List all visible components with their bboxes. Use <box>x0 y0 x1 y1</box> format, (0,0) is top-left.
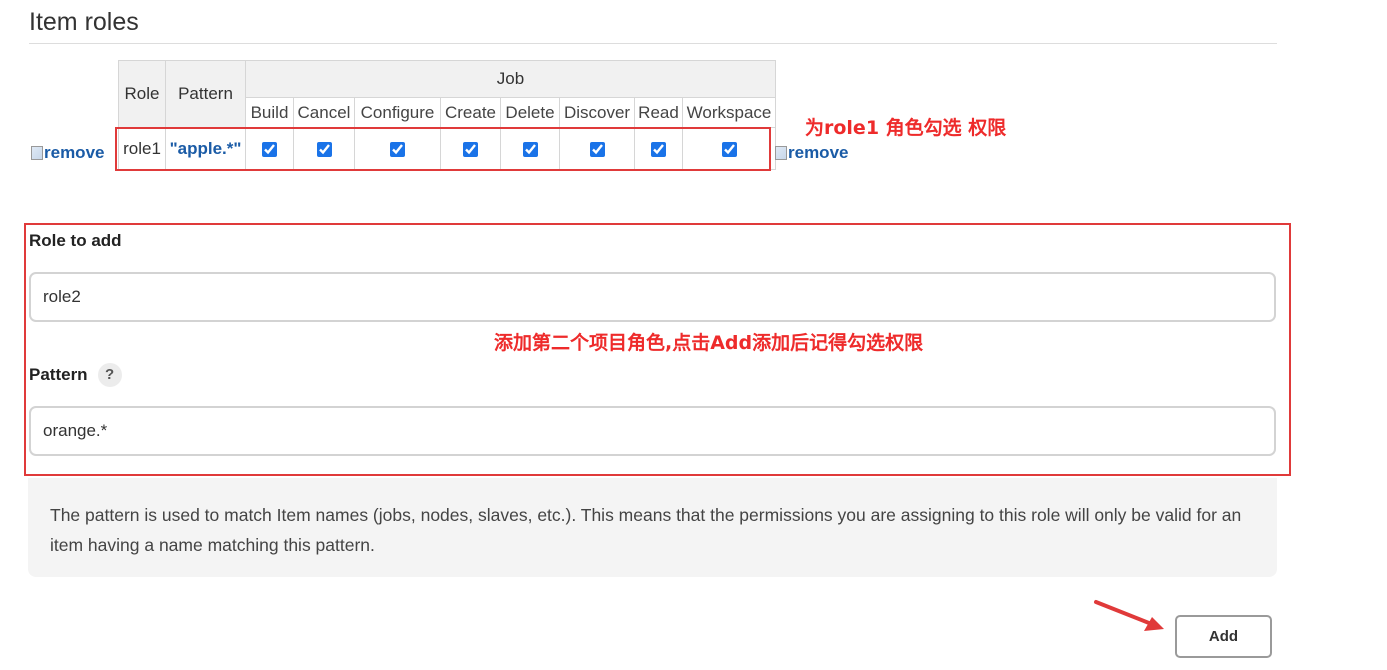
annotation-row-highlight <box>115 127 771 171</box>
remove-row-link-left[interactable]: remove <box>31 143 104 163</box>
column-header-cancel: Cancel <box>293 97 355 128</box>
help-icon[interactable]: ? <box>97 363 122 387</box>
role-name-input[interactable] <box>29 272 1276 322</box>
pattern-label-row: Pattern ? <box>29 363 122 387</box>
broken-image-icon <box>31 146 43 160</box>
section-title: Item roles <box>29 8 139 36</box>
remove-row-link-right[interactable]: remove <box>775 143 848 163</box>
remove-label-left: remove <box>44 143 105 162</box>
section-divider <box>29 43 1277 44</box>
remove-label-right: remove <box>788 143 849 162</box>
annotation-arrow-icon <box>1094 600 1164 631</box>
column-header-read: Read <box>634 97 683 128</box>
role-to-add-label: Role to add <box>29 231 122 250</box>
pattern-help-panel: The pattern is used to match Item names … <box>28 478 1277 577</box>
broken-image-icon <box>775 146 787 160</box>
add-button[interactable]: Add <box>1175 615 1272 658</box>
pattern-label: Pattern <box>29 365 88 384</box>
job-group-header: Job <box>245 60 776 98</box>
column-header-configure: Configure <box>354 97 441 128</box>
column-header-workspace: Workspace <box>682 97 776 128</box>
column-header-delete: Delete <box>500 97 560 128</box>
pattern-column-header: Pattern <box>165 60 246 128</box>
role-column-header: Role <box>118 60 166 128</box>
annotation-add-note: 添加第二个项目角色,点击Add添加后记得勾选权限 <box>494 332 924 354</box>
pattern-input[interactable] <box>29 406 1276 456</box>
annotation-check-note: 为role1 角色勾选 权限 <box>805 117 1007 139</box>
column-header-discover: Discover <box>559 97 635 128</box>
column-header-create: Create <box>440 97 501 128</box>
column-header-build: Build <box>245 97 294 128</box>
